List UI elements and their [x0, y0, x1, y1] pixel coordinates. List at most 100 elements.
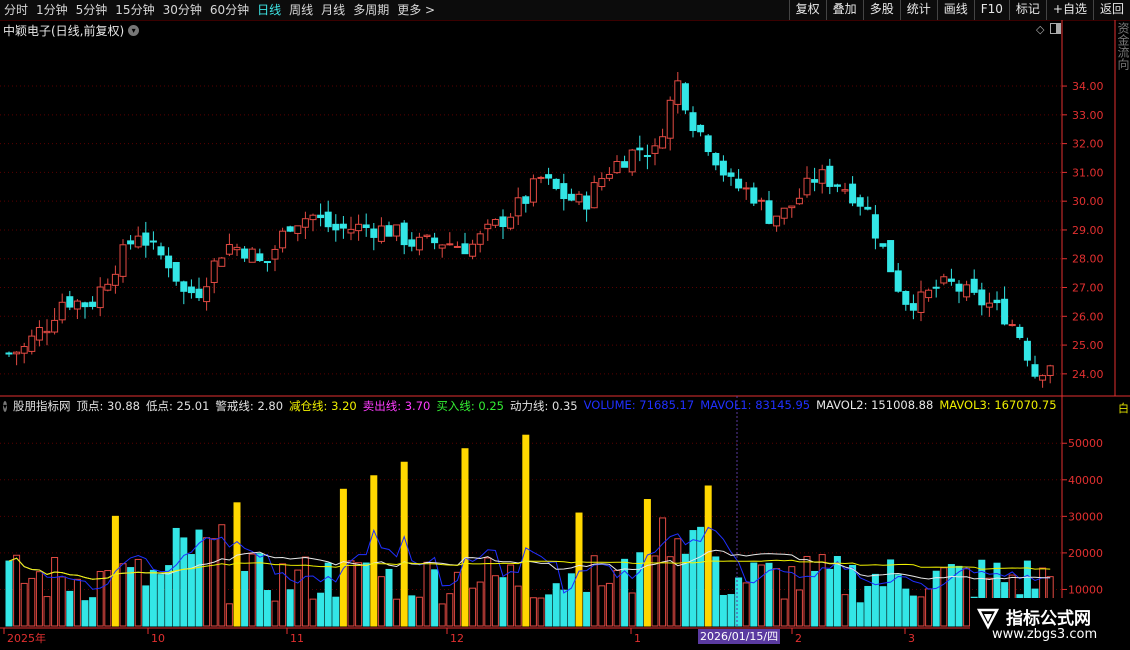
candle-body	[871, 214, 879, 239]
volume-bar	[81, 600, 89, 627]
volume-bar	[841, 594, 849, 627]
volume-bar	[697, 526, 705, 627]
volume-tick-label: 10000	[1068, 583, 1103, 596]
price-tick-label: 33.00	[1072, 109, 1104, 122]
volume-bar	[628, 592, 636, 627]
candle-body	[1046, 365, 1054, 376]
candle-body	[963, 284, 971, 298]
candle-body	[233, 246, 241, 251]
price-tick-label: 24.00	[1072, 368, 1104, 381]
candle-body	[317, 214, 325, 219]
candle-body	[96, 286, 104, 309]
volume-bar	[461, 448, 469, 627]
date-tick-label: 2025年	[7, 631, 46, 645]
volume-bar	[583, 591, 591, 627]
candle-body	[643, 155, 651, 158]
candle-body	[446, 243, 454, 246]
candle-body	[560, 183, 568, 200]
candle-body	[552, 178, 560, 189]
cursor-date-badge: 2026/01/15/四	[698, 629, 781, 644]
candle-body	[157, 246, 165, 256]
volume-bar	[423, 561, 431, 627]
volume-bar	[773, 568, 781, 627]
candle-body	[58, 301, 66, 321]
indicator-values: 顶点: 30.88 低点: 25.01 警戒线: 2.80 减仓线: 3.20 卖出线:…	[77, 398, 1061, 414]
candle-body	[370, 228, 378, 238]
candle-body	[271, 248, 279, 260]
candle-body	[51, 319, 59, 333]
volume-bar	[689, 530, 697, 627]
candle-body	[438, 244, 446, 249]
volume-bar	[180, 537, 188, 627]
volume-bar	[879, 586, 887, 627]
candle-body	[13, 351, 21, 355]
candle-body	[127, 240, 135, 245]
volume-bar	[871, 573, 879, 627]
volume-bar	[28, 577, 36, 627]
indicator-value: MAVOL3: 167070.75	[939, 398, 1057, 412]
volume-bar	[355, 562, 363, 627]
volume-bar	[165, 565, 173, 627]
candle-body	[887, 240, 895, 273]
date-tick-label: 11	[290, 632, 304, 645]
volume-bar	[674, 538, 682, 627]
price-tick-label: 26.00	[1072, 310, 1104, 323]
candle-body	[879, 243, 887, 247]
candle-body	[309, 214, 317, 221]
volume-bar	[651, 555, 659, 627]
candle-body	[978, 289, 986, 306]
candle-body	[955, 283, 963, 292]
candle-body	[43, 330, 51, 334]
candle-body	[598, 178, 606, 188]
volume-bar	[317, 592, 325, 627]
chart-canvas[interactable]: 34.00 33.00 32.00 31.00 30.00 29.00 28.00 27.00…	[0, 0, 1130, 650]
candle-body	[788, 205, 796, 209]
indicator-value: 顶点: 30.88	[76, 399, 140, 413]
candle-body	[697, 124, 705, 133]
price-tick-label: 32.00	[1072, 138, 1104, 151]
candle-body	[940, 276, 948, 284]
candle-body	[225, 244, 233, 255]
candle-body	[453, 245, 461, 248]
right-side-panel-tab[interactable]: 资金流向	[1117, 22, 1130, 394]
volume-bar	[545, 594, 553, 627]
watermark-title: 指标公式网	[1006, 609, 1091, 629]
volume-bar	[469, 587, 477, 627]
volume-bar	[788, 566, 796, 627]
volume-bar	[917, 596, 925, 627]
candle-body	[727, 172, 735, 177]
indicator-name[interactable]: 股朋指标网	[13, 398, 71, 414]
candle-body	[400, 222, 408, 246]
candle-body	[431, 237, 439, 244]
volume-bar	[499, 577, 507, 627]
candle-body	[575, 193, 583, 203]
candle-body	[590, 182, 598, 209]
candle-body	[195, 288, 203, 299]
candle-body	[20, 346, 28, 354]
candle-body	[537, 176, 545, 179]
watermark-url: www.zbgs3.com	[992, 627, 1098, 642]
volume-bar	[681, 553, 689, 627]
volume-bar	[537, 597, 545, 627]
volume-bar	[856, 602, 864, 627]
volume-bar	[393, 598, 401, 627]
candle-body	[902, 290, 910, 305]
candle-body	[841, 189, 849, 192]
candle-body	[5, 352, 13, 355]
candle-body	[218, 257, 226, 267]
candle-body	[613, 161, 621, 174]
candle-body	[1031, 364, 1039, 377]
price-tick-label: 30.00	[1072, 195, 1104, 208]
volume-bar	[104, 570, 112, 627]
volume-bar	[719, 594, 727, 627]
volume-bar	[324, 562, 332, 627]
volume-bar	[522, 434, 530, 627]
volume-bar	[225, 603, 233, 627]
volume-bar	[742, 582, 750, 627]
candle-body	[674, 80, 682, 105]
chevron-down-icon[interactable]: ▾	[3, 400, 8, 412]
volume-bar	[438, 603, 446, 627]
candle-body	[362, 224, 370, 229]
volume-bar	[73, 578, 81, 627]
volume-bar	[431, 569, 439, 627]
